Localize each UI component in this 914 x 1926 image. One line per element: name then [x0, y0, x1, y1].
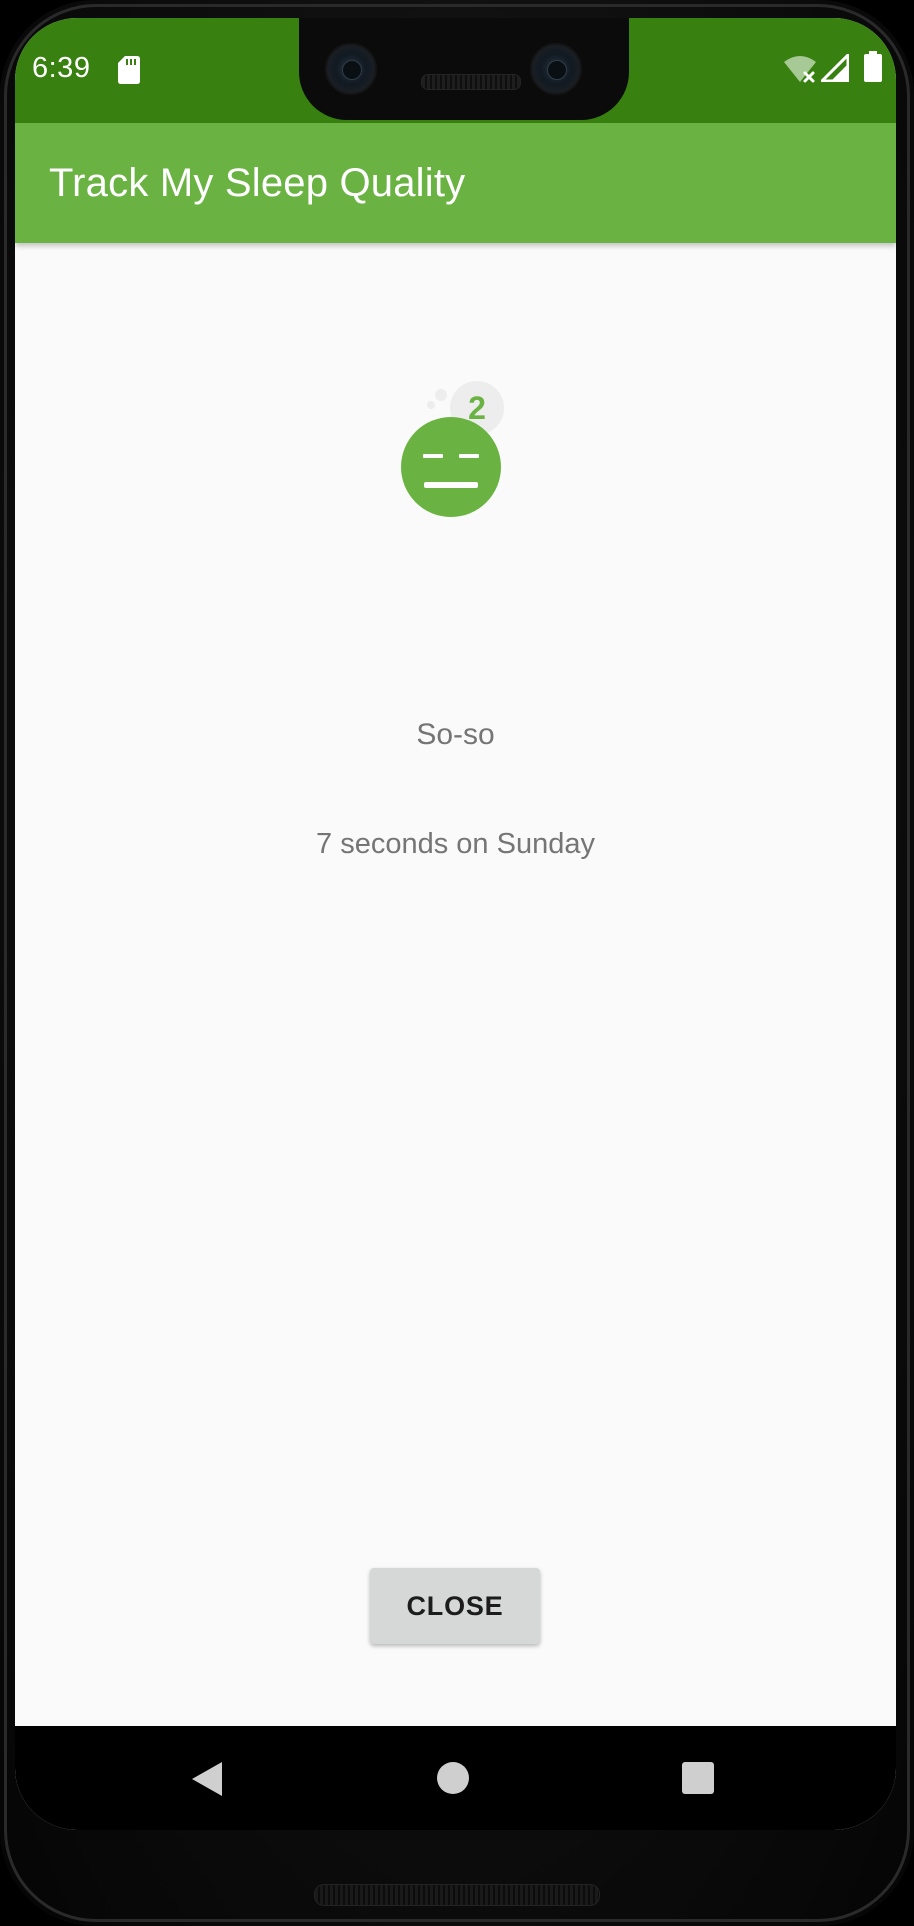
back-icon[interactable]: [190, 1760, 224, 1798]
screen: 6:39 Track My Sleep Quality 2 So-so 7 se…: [15, 18, 896, 1830]
recents-icon[interactable]: [682, 1762, 714, 1794]
bottom-speaker: [314, 1884, 600, 1906]
status-time: 6:39: [32, 52, 91, 84]
front-camera-left-icon: [325, 43, 377, 95]
sleep-quality-text: So-so: [416, 718, 495, 751]
battery-icon: [864, 51, 882, 82]
front-camera-right-icon: [530, 43, 582, 95]
camera-notch: [299, 18, 629, 120]
sleep-length-text: 7 seconds on Sunday: [316, 828, 595, 860]
app-bar: Track My Sleep Quality: [15, 123, 896, 243]
navigation-bar: [15, 1726, 896, 1830]
signal-icon: [821, 54, 849, 82]
earpiece-speaker: [421, 74, 521, 90]
sleepy-face: [401, 417, 501, 517]
quality-number: 2: [468, 390, 486, 426]
status-bar: 6:39: [15, 18, 896, 123]
sleep-quality-2-icon: 2: [401, 381, 504, 517]
phone-frame: 6:39 Track My Sleep Quality 2 So-so 7 se…: [0, 0, 914, 1926]
app-title: Track My Sleep Quality: [49, 161, 466, 205]
close-button[interactable]: CLOSE: [370, 1568, 540, 1644]
home-icon[interactable]: [437, 1762, 469, 1794]
wifi-off-icon: [784, 56, 816, 83]
sd-card-icon: [118, 56, 140, 84]
